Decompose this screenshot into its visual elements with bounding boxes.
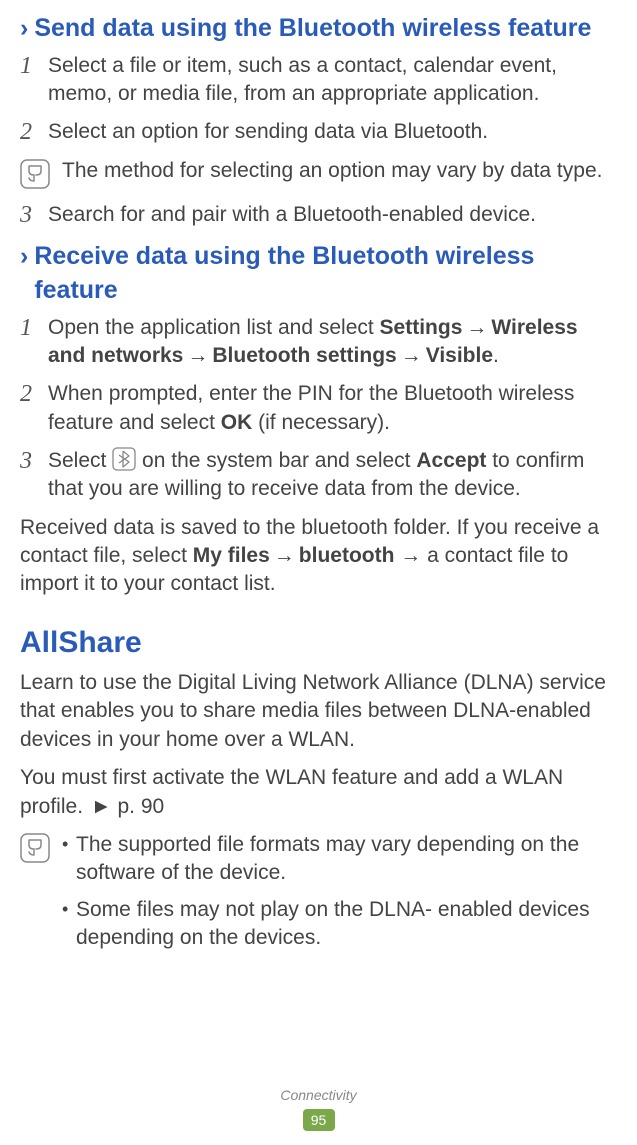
note-text-block: • The supported file formats may vary de… (62, 831, 617, 960)
bullet-text: The supported file formats may vary depe… (76, 831, 617, 888)
bullet-text: Some files may not play on the DLNA- ena… (76, 896, 617, 953)
section-title: Send data using the Bluetooth wireless f… (34, 12, 591, 46)
step-text: Search for and pair with a Bluetooth-ena… (48, 201, 617, 229)
allshare-paragraph-2: You must first activate the WLAN feature… (20, 764, 617, 821)
bullet-item: • Some files may not play on the DLNA- e… (62, 896, 617, 953)
bold-label: OK (221, 411, 253, 434)
bluetooth-status-icon (112, 447, 136, 471)
page-number-badge: 95 (303, 1109, 335, 1131)
step-number: 2 (20, 118, 48, 147)
step-row: 3 Select on the system bar and select Ac… (20, 447, 617, 504)
bold-label: My files (193, 544, 270, 567)
allshare-paragraph-1: Learn to use the Digital Living Network … (20, 669, 617, 754)
bold-label: Settings (380, 316, 463, 339)
arrow-icon: → (187, 344, 208, 367)
step-row: 1 Select a file or item, such as a conta… (20, 52, 617, 109)
paragraph: Received data is saved to the bluetooth … (20, 514, 617, 599)
step-text: Open the application list and select Set… (48, 314, 617, 371)
step-row: 3 Search for and pair with a Bluetooth-e… (20, 201, 617, 230)
step-text: Select on the system bar and select Acce… (48, 447, 617, 504)
section-heading-send: › Send data using the Bluetooth wireless… (20, 12, 617, 46)
note-block: The method for selecting an option may v… (20, 157, 617, 189)
text-fragment: Select (48, 449, 112, 472)
section-heading-receive: › Receive data using the Bluetooth wirel… (20, 240, 617, 308)
page-footer: Connectivity 95 (0, 1086, 637, 1133)
bullet-icon: • (62, 896, 76, 923)
bold-label: bluetooth (299, 544, 395, 567)
text-fragment: (if necessary). (252, 411, 390, 434)
section-title: Receive data using the Bluetooth wireles… (34, 240, 617, 308)
bullet-icon: • (62, 831, 76, 858)
arrow-icon: → (401, 344, 422, 367)
allshare-heading: AllShare (20, 623, 617, 664)
step-number: 1 (20, 314, 48, 343)
note-block: • The supported file formats may vary de… (20, 831, 617, 960)
chevron-icon: › (20, 240, 28, 274)
step-row: 1 Open the application list and select S… (20, 314, 617, 371)
step-number: 3 (20, 447, 48, 476)
footer-section-label: Connectivity (0, 1086, 637, 1105)
step-text: Select a file or item, such as a contact… (48, 52, 617, 109)
step-number: 3 (20, 201, 48, 230)
step-row: 2 Select an option for sending data via … (20, 118, 617, 147)
text-fragment: . (493, 344, 499, 367)
chevron-icon: › (20, 12, 28, 46)
note-text: The method for selecting an option may v… (62, 157, 617, 185)
bold-label: Bluetooth settings (212, 344, 396, 367)
step-text: Select an option for sending data via Bl… (48, 118, 617, 146)
step-row: 2 When prompted, enter the PIN for the B… (20, 380, 617, 437)
step-text: When prompted, enter the PIN for the Blu… (48, 380, 617, 437)
bullet-item: • The supported file formats may vary de… (62, 831, 617, 888)
text-fragment: on the system bar and select (136, 449, 416, 472)
step-number: 1 (20, 52, 48, 81)
arrow-icon: → (466, 316, 487, 339)
text-fragment: Open the application list and select (48, 316, 380, 339)
note-icon (20, 159, 50, 189)
bold-label: Visible (426, 344, 493, 367)
note-icon (20, 833, 50, 863)
step-number: 2 (20, 380, 48, 409)
bold-label: Accept (416, 449, 486, 472)
arrow-icon: → (274, 544, 295, 567)
page-reference: ► p. 90 (91, 795, 164, 818)
